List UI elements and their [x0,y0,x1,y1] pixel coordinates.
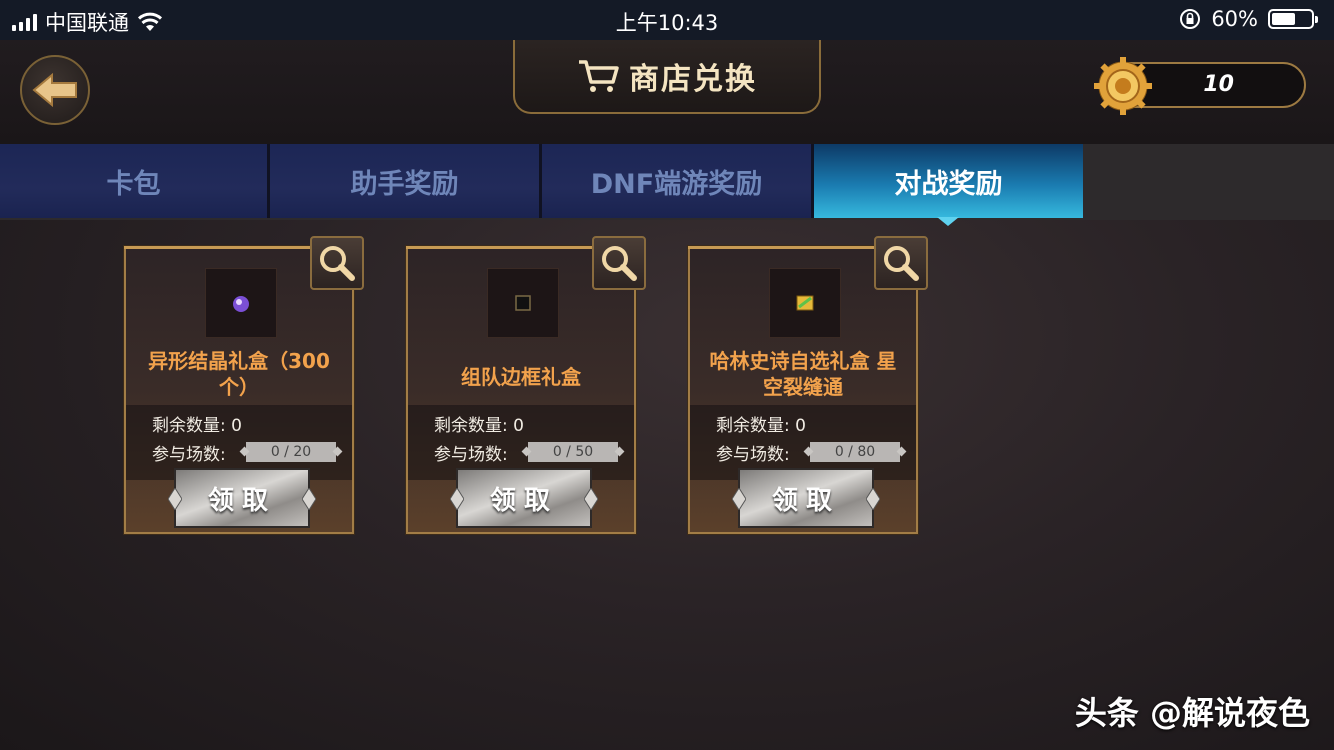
remaining-label: 剩余数量: [152,416,226,436]
matches-label: 参与场数: [716,445,790,465]
matches-row: 参与场数: [152,440,226,465]
matches-progress-bar: 0 / 80 [810,442,900,462]
claim-button[interactable]: 领取 [732,468,880,528]
button-right-ornament [302,488,316,510]
matches-progress-bar: 0 / 20 [246,442,336,462]
remaining-row: 剩余数量: 0 [434,411,524,436]
matches-row: 参与场数: [716,440,790,465]
tab-dnf-pc-rewards[interactable]: DNF端游奖励 [542,144,814,218]
claim-label: 领取 [207,485,276,516]
claim-label: 领取 [771,485,840,516]
inspect-button[interactable] [874,236,928,290]
tab-battle-rewards[interactable]: 对战奖励 [814,144,1083,218]
status-bar: 中国联通 上午10:43 60% [0,0,1334,40]
item-slot[interactable] [205,268,277,338]
claim-button[interactable]: 领取 [168,468,316,528]
button-right-ornament [584,488,598,510]
battery-percent: 60% [1211,7,1258,31]
item-name: 异形结晶礼盒（300个） [148,349,330,399]
header: 商店兑换 10 [0,40,1334,146]
watermark: 头条 @解说夜色 [1074,694,1310,732]
tab-label: 助手奖励 [350,168,459,200]
item-name: 哈林史诗自选礼盒 星空裂缝通 [709,349,897,399]
reward-card: 组队边框礼盒 剩余数量: 0 参与场数: 0 / 50 领取 [406,236,646,534]
remaining-value: 0 [231,416,242,436]
reward-card: 异形结晶礼盒（300个） 剩余数量: 0 参与场数: 0 / 20 领取 [124,236,364,534]
tab-label: 对战奖励 [894,168,1003,200]
tab-assistant-rewards[interactable]: 助手奖励 [270,144,542,218]
battery-fill [1272,13,1295,25]
matches-label: 参与场数: [434,445,508,465]
magnifier-icon [320,246,355,281]
tab-bar: 卡包 助手奖励 DNF端游奖励 对战奖励 [0,144,1334,220]
orientation-lock-icon [1180,9,1201,29]
claim-button[interactable]: 领取 [450,468,598,528]
page-title: 商店兑换 [629,62,757,97]
frame-icon [515,295,531,311]
epic-box-icon [796,295,814,311]
currency-value: 10 [1203,72,1234,97]
inspect-button[interactable] [310,236,364,290]
matches-row: 参与场数: [434,440,508,465]
button-left-ornament [168,488,182,510]
back-button[interactable] [20,55,90,125]
tab-label: DNF端游奖励 [590,168,763,200]
remaining-value: 0 [513,416,524,436]
status-right: 60% [1179,7,1318,31]
title-plate: 商店兑换 [513,40,821,114]
item-slot[interactable] [769,268,841,338]
cart-icon [579,60,619,92]
crystal-icon [233,296,249,312]
remaining-value: 0 [795,416,806,436]
item-name: 组队边框礼盒 [461,365,581,389]
claim-label: 领取 [489,485,558,516]
matches-progress-text: 0 / 80 [834,444,876,460]
tab-label: 卡包 [106,168,161,200]
remaining-label: 剩余数量: [434,416,508,436]
inspect-button[interactable] [592,236,646,290]
remaining-row: 剩余数量: 0 [716,411,806,436]
magnifier-icon [602,246,637,281]
active-tab-indicator [937,217,959,226]
status-time: 上午10:43 [615,11,719,35]
gear-coin-icon [1094,57,1152,115]
reward-card: 哈林史诗自选礼盒 星空裂缝通 剩余数量: 0 参与场数: 0 / 80 领取 [688,236,928,534]
remaining-label: 剩余数量: [716,416,790,436]
remaining-row: 剩余数量: 0 [152,411,242,436]
button-right-ornament [866,488,880,510]
battery-icon [1268,9,1318,29]
magnifier-icon [884,246,919,281]
button-left-ornament [732,488,746,510]
matches-label: 参与场数: [152,445,226,465]
matches-progress-text: 0 / 50 [552,444,594,460]
matches-progress-text: 0 / 20 [270,444,312,460]
tab-card-pack[interactable]: 卡包 [0,144,270,218]
matches-progress-bar: 0 / 50 [528,442,618,462]
back-arrow-icon [32,73,77,107]
button-left-ornament [450,488,464,510]
item-slot[interactable] [487,268,559,338]
